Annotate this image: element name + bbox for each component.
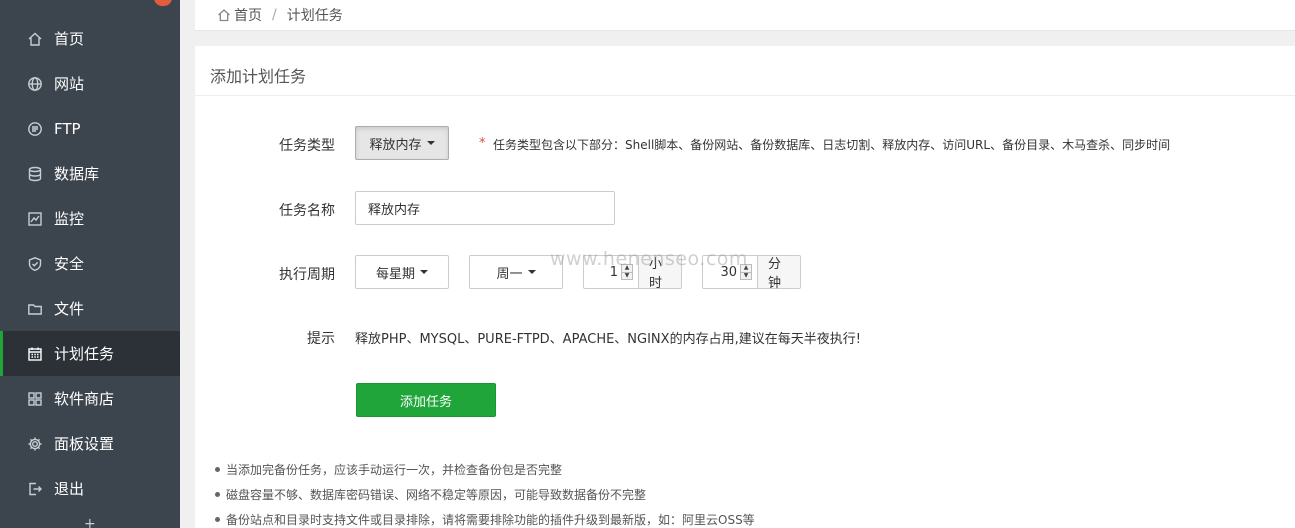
bullet-icon: [215, 517, 220, 522]
spinner-down-icon[interactable]: ▼: [741, 271, 751, 280]
sidebar-item-label: 计划任务: [54, 345, 115, 363]
breadcrumb-separator: /: [272, 7, 277, 23]
task-name-label: 任务名称: [279, 203, 335, 219]
shield-icon: [26, 255, 44, 273]
sidebar-item-label: 退出: [54, 480, 85, 498]
sidebar-item-label: 数据库: [54, 165, 100, 183]
task-type-dropdown[interactable]: 释放内存: [355, 126, 449, 160]
calendar-icon: [26, 345, 44, 363]
bullet-icon: [215, 492, 220, 497]
sidebar-item-panel-settings[interactable]: 面板设置: [0, 421, 180, 466]
breadcrumb: 首页 / 计划任务: [195, 0, 1295, 31]
task-type-value: 释放内存: [369, 137, 422, 153]
sidebar-item-label: 安全: [54, 255, 85, 273]
cycle-period-value: 每星期: [375, 266, 415, 282]
panel-divider: [195, 95, 1295, 96]
caret-down-icon: [420, 270, 428, 274]
sidebar-item-label: 面板设置: [54, 435, 115, 453]
cycle-period-dropdown[interactable]: 每星期: [355, 255, 449, 289]
sidebar-item-websites[interactable]: 网站: [0, 61, 180, 106]
add-task-button[interactable]: 添加任务: [356, 383, 496, 417]
note-text: 磁盘容量不够、数据库密码错误、网络不稳定等原因，可能导致数据备份不完整: [226, 488, 647, 502]
cycle-label: 执行周期: [279, 267, 335, 283]
sidebar: 首页 网站 FTP 数据库 监控 安全 文件 计划任务 软件商店 面板设置 退出…: [0, 0, 180, 528]
spinner-down-icon[interactable]: ▼: [622, 271, 632, 280]
folder-icon: [26, 300, 44, 318]
ftp-icon: [26, 120, 44, 138]
add-cron-task-panel: 添加计划任务 任务类型 释放内存 * 任务类型包含以下部分：Shell脚本、备份…: [195, 46, 1295, 528]
panel-title: 添加计划任务: [210, 67, 307, 86]
breadcrumb-current: 计划任务: [286, 8, 343, 24]
note-text: 当添加完备份任务，应该手动运行一次，并检查备份包是否完整: [226, 463, 563, 477]
home-icon: [217, 8, 231, 22]
weekday-value: 周一: [496, 266, 523, 282]
sidebar-item-security[interactable]: 安全: [0, 241, 180, 286]
sidebar-item-label: 首页: [54, 30, 85, 48]
home-icon: [26, 30, 44, 48]
gear-icon: [26, 435, 44, 453]
notification-badge[interactable]: [154, 0, 172, 6]
hour-spinner[interactable]: ▲ ▼: [621, 264, 633, 280]
sidebar-item-monitor[interactable]: 监控: [0, 196, 180, 241]
required-star: *: [479, 136, 486, 151]
logout-icon: [26, 480, 44, 498]
sidebar-item-label: FTP: [54, 119, 81, 138]
hour-input-group: ▲▼ 小时: [583, 255, 682, 291]
sidebar-item-label: 监控: [54, 210, 85, 228]
note-text: 备份站点和目录时支持文件或目录排除，请将需要排除功能的插件升级到最新版，如：阿里…: [226, 513, 755, 527]
sidebar-item-label: 网站: [54, 75, 85, 93]
minute-unit: 分钟: [757, 256, 800, 291]
sidebar-item-files[interactable]: 文件: [0, 286, 180, 331]
tip-label: 提示: [307, 331, 335, 347]
monitor-chart-icon: [26, 210, 44, 228]
task-type-label: 任务类型: [279, 138, 335, 154]
note-item: 当添加完备份任务，应该手动运行一次，并检查备份包是否完整: [215, 461, 562, 478]
bullet-icon: [215, 467, 220, 472]
sidebar-item-logout[interactable]: 退出: [0, 466, 180, 511]
hour-unit: 小时: [638, 256, 681, 291]
sidebar-item-cron-tasks[interactable]: 计划任务: [0, 331, 180, 376]
task-name-input[interactable]: [355, 191, 615, 225]
sidebar-item-label: 软件商店: [54, 390, 115, 408]
database-icon: [26, 165, 44, 183]
grid-apps-icon: [26, 390, 44, 408]
sidebar-item-database[interactable]: 数据库: [0, 151, 180, 196]
task-type-hint: 任务类型包含以下部分：Shell脚本、备份网站、备份数据库、日志切割、释放内存、…: [493, 138, 1171, 152]
minute-input-group: ▲▼ 分钟: [702, 255, 801, 291]
caret-down-icon: [426, 141, 435, 145]
note-item: 磁盘容量不够、数据库密码错误、网络不稳定等原因，可能导致数据备份不完整: [215, 486, 646, 503]
breadcrumb-home-link[interactable]: 首页: [234, 5, 262, 25]
sidebar-item-app-store[interactable]: 软件商店: [0, 376, 180, 421]
globe-icon: [26, 75, 44, 93]
sidebar-item-ftp[interactable]: FTP: [0, 106, 180, 151]
weekday-dropdown[interactable]: 周一: [469, 255, 563, 289]
sidebar-item-label: 文件: [54, 300, 85, 318]
note-item: 备份站点和目录时支持文件或目录排除，请将需要排除功能的插件升级到最新版，如：阿里…: [215, 511, 755, 528]
tip-text: 释放PHP、MYSQL、PURE-FTPD、APACHE、NGINX的内存占用,…: [355, 332, 861, 347]
sidebar-more-icon[interactable]: +: [84, 516, 96, 528]
sidebar-item-home[interactable]: 首页: [0, 16, 180, 61]
caret-down-icon: [527, 270, 536, 274]
minute-spinner[interactable]: ▲ ▼: [740, 264, 752, 280]
